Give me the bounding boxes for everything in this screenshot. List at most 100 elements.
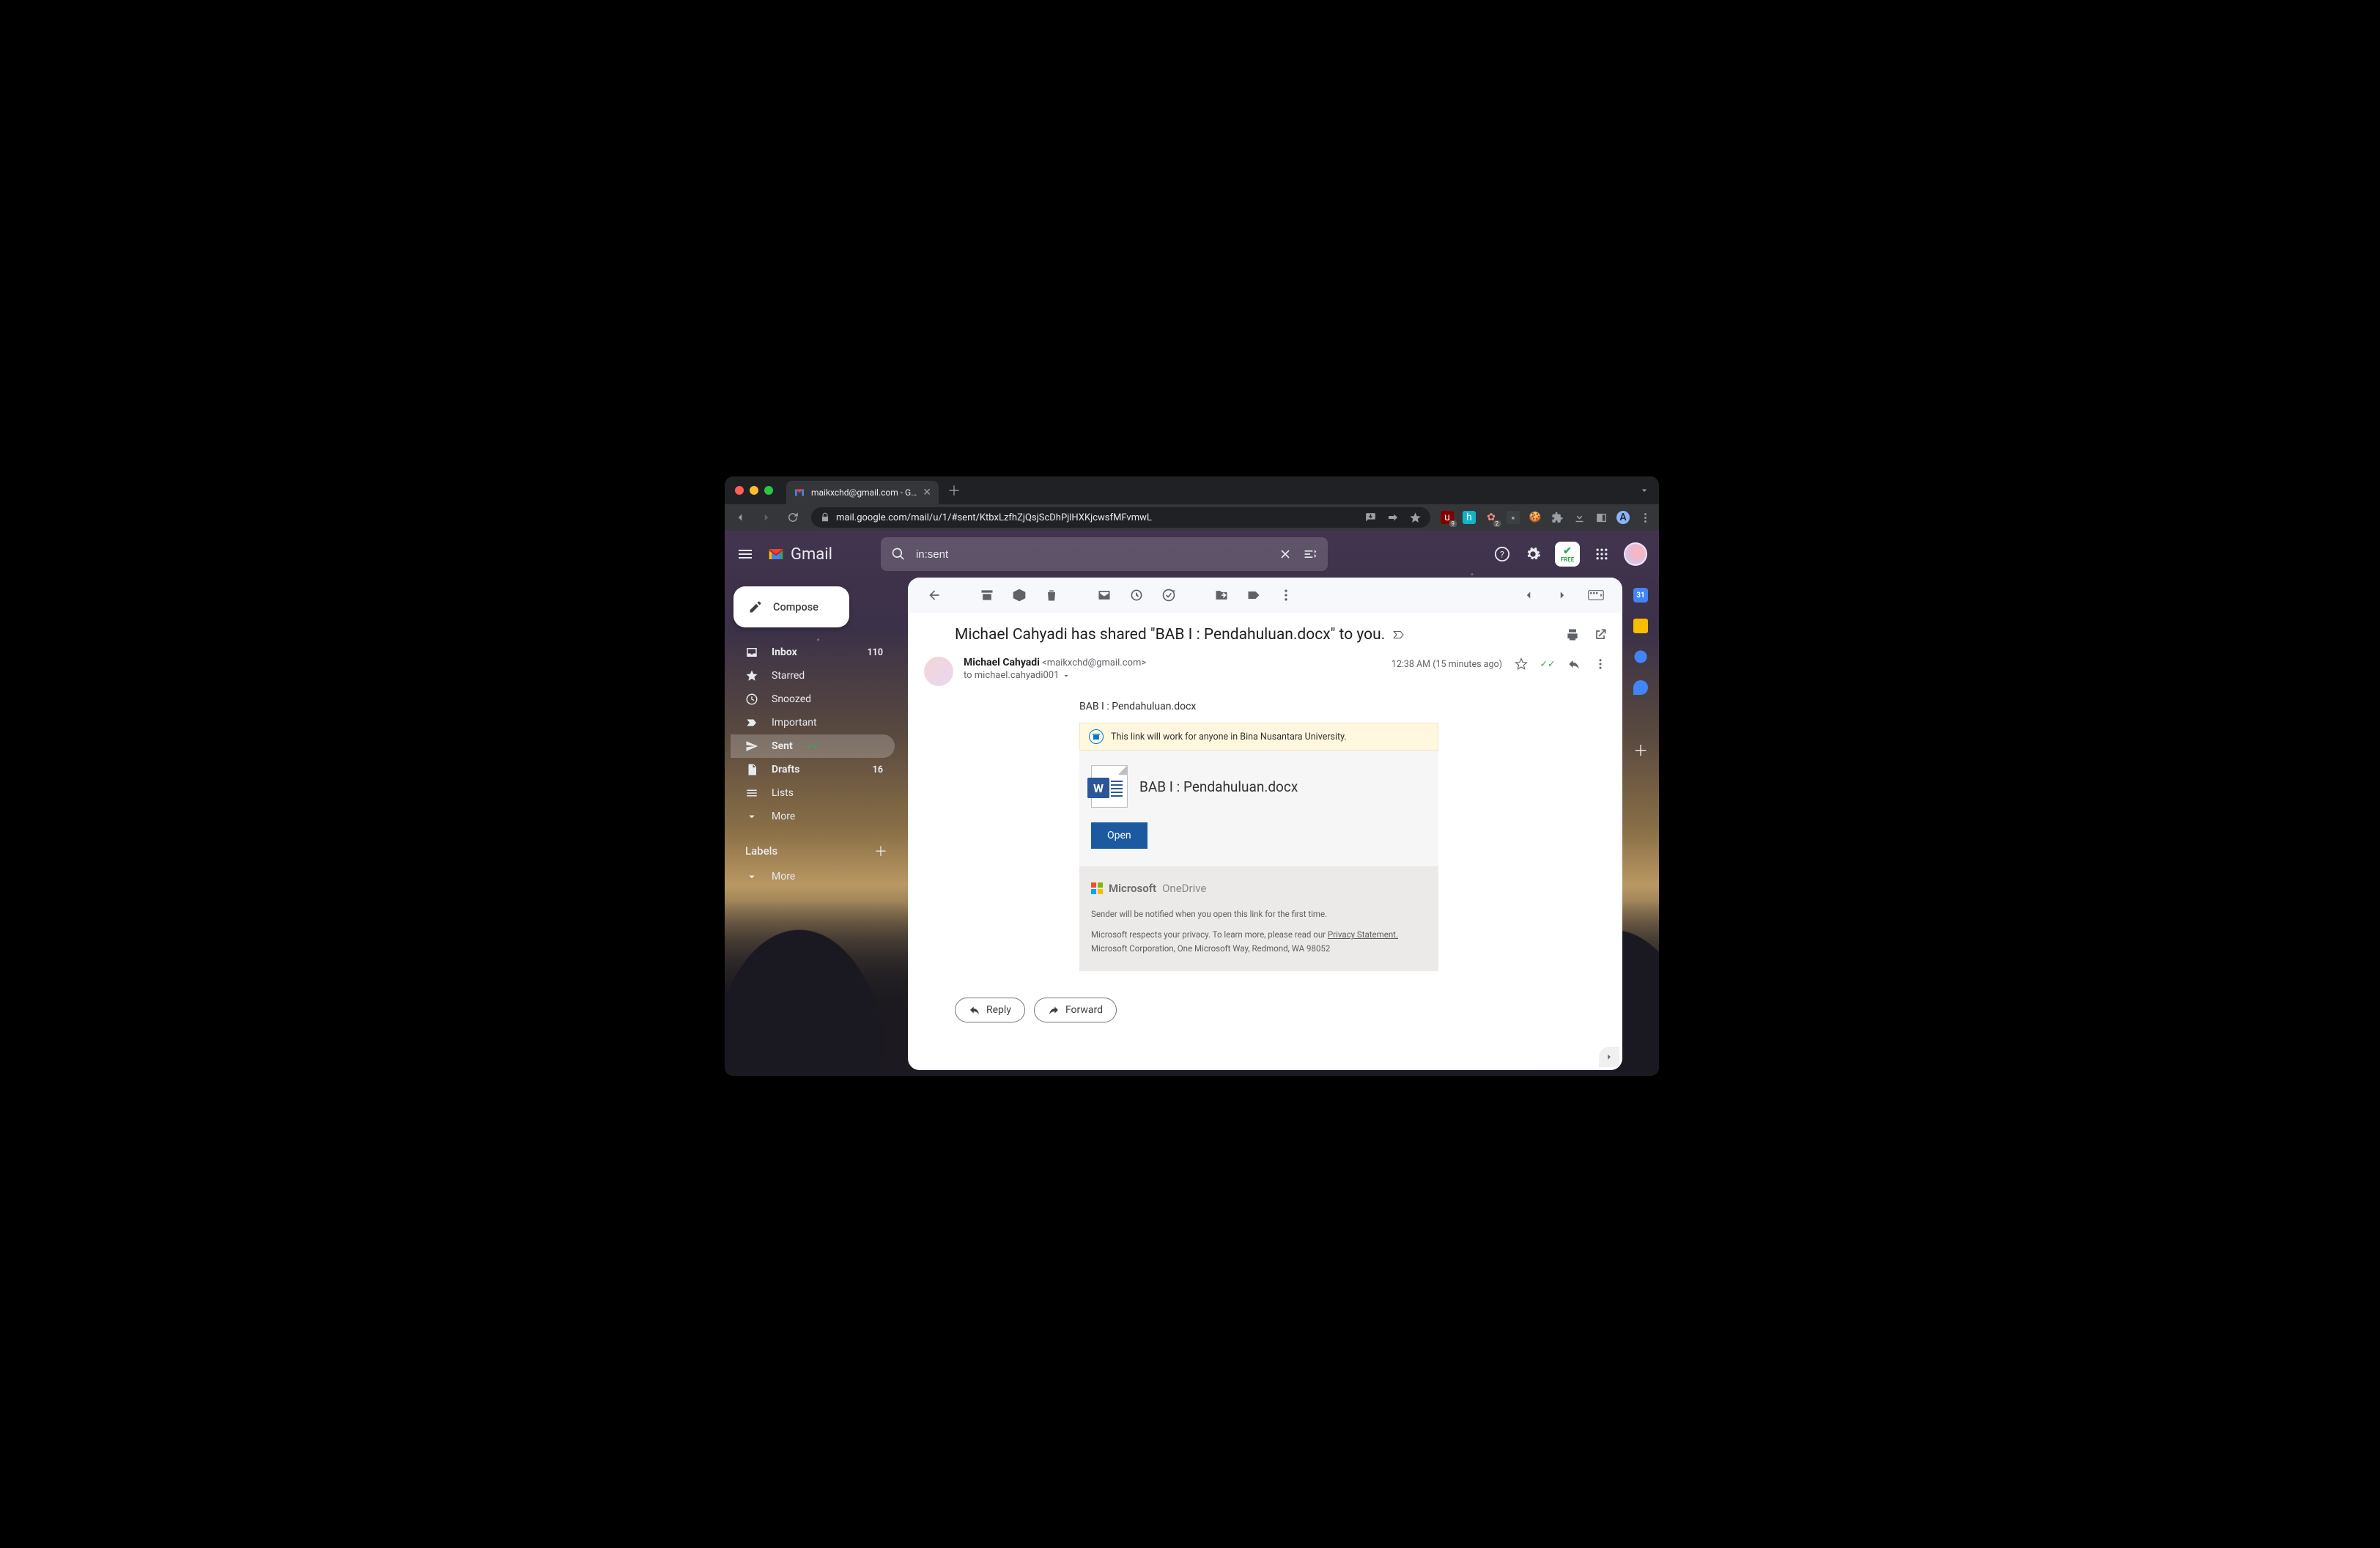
move-to-icon[interactable] xyxy=(1207,580,1236,610)
extensions-menu-icon[interactable] xyxy=(1551,511,1564,524)
tab-close-icon[interactable]: ✕ xyxy=(923,487,931,498)
pencil-icon xyxy=(748,600,763,614)
minimize-window-icon[interactable] xyxy=(750,486,758,495)
reply-quick-icon[interactable] xyxy=(1567,657,1581,671)
forward-button[interactable]: Forward xyxy=(1034,998,1117,1022)
sidebar-item-important[interactable]: Important xyxy=(731,711,895,734)
delete-icon[interactable] xyxy=(1037,580,1066,610)
nav-back-icon[interactable] xyxy=(732,511,748,524)
sidebar-item-label: Snoozed xyxy=(772,693,811,705)
search-input[interactable] xyxy=(916,548,1268,561)
browser-tab[interactable]: maikxchd@gmail.com - G… ✕ xyxy=(786,481,939,504)
calendar-addon-icon[interactable]: 31 xyxy=(1633,588,1648,602)
chrome-menu-icon[interactable] xyxy=(1638,511,1652,524)
settings-gear-icon[interactable] xyxy=(1524,545,1542,563)
sidebar-item-drafts[interactable]: Drafts 16 xyxy=(731,758,895,781)
sidebar-labels-more[interactable]: More xyxy=(731,865,895,888)
important-icon xyxy=(745,716,758,729)
important-marker-icon[interactable] xyxy=(1392,628,1405,641)
sidebar-item-starred[interactable]: Starred xyxy=(731,664,895,688)
clock-icon xyxy=(745,693,758,706)
add-label-icon[interactable]: ＋ xyxy=(874,841,887,860)
keep-addon-icon[interactable] xyxy=(1633,619,1648,633)
compose-button[interactable]: Compose xyxy=(733,586,849,627)
install-app-icon[interactable] xyxy=(1364,512,1377,524)
ext-hypothesis-icon[interactable]: h xyxy=(1463,511,1476,524)
mark-unread-icon[interactable] xyxy=(1090,580,1119,610)
reply-button[interactable]: Reply xyxy=(955,998,1025,1022)
sidebar-item-label: More xyxy=(772,871,795,882)
show-details-icon[interactable] xyxy=(1062,671,1071,680)
file-card: W BAB I : Pendahuluan.docx Open xyxy=(1079,751,1438,866)
ext-ublock-icon[interactable]: u xyxy=(1441,511,1454,524)
share-icon[interactable] xyxy=(1387,512,1399,523)
close-window-icon[interactable] xyxy=(735,486,744,495)
sender-avatar[interactable] xyxy=(924,657,953,686)
print-icon[interactable] xyxy=(1565,627,1580,642)
search-options-icon[interactable] xyxy=(1303,547,1318,561)
chevron-down-icon xyxy=(745,870,758,883)
tab-title: maikxchd@gmail.com - G… xyxy=(811,487,917,498)
sender-name: Michael Cahyadi xyxy=(964,657,1040,668)
free-badge[interactable]: ✔ FREE xyxy=(1555,542,1580,567)
sidebar-item-more[interactable]: More xyxy=(731,805,895,828)
side-panel-toggle-icon[interactable] xyxy=(1599,1047,1619,1067)
tabs-overflow-icon[interactable] xyxy=(1638,484,1650,496)
reload-icon[interactable] xyxy=(785,511,801,524)
ext-square-icon[interactable]: ▪ xyxy=(1507,511,1520,524)
add-to-tasks-icon[interactable] xyxy=(1154,580,1183,610)
meta-star-icon[interactable] xyxy=(1514,657,1529,671)
contacts-addon-icon[interactable] xyxy=(1633,680,1648,695)
onedrive-footer: Microsoft OneDrive Sender will be notifi… xyxy=(1079,866,1438,971)
bookmark-star-icon[interactable] xyxy=(1409,512,1422,524)
search-bar[interactable] xyxy=(881,537,1328,571)
ext-generic-icon[interactable]: ✿ xyxy=(1485,511,1498,524)
search-clear-icon[interactable] xyxy=(1278,547,1293,561)
open-new-window-icon[interactable] xyxy=(1593,627,1608,642)
new-tab-button[interactable]: ＋ xyxy=(947,481,961,500)
ext-cookie-icon[interactable]: 🍪 xyxy=(1529,511,1542,524)
file-name: BAB I : Pendahuluan.docx xyxy=(1139,778,1298,795)
archive-icon[interactable] xyxy=(972,580,1002,610)
downloads-icon[interactable] xyxy=(1572,511,1586,524)
svg-text:?: ? xyxy=(1500,550,1504,560)
tab-strip: maikxchd@gmail.com - G… ✕ ＋ xyxy=(725,476,1659,504)
account-avatar[interactable] xyxy=(1624,542,1647,566)
extension-icons: u h ✿ ▪ 🍪 A xyxy=(1441,511,1652,524)
privacy-link[interactable]: Privacy Statement. xyxy=(1328,929,1398,940)
lock-icon xyxy=(820,512,830,523)
report-spam-icon[interactable] xyxy=(1005,580,1034,610)
checkmark-icon: ✔ xyxy=(1563,546,1572,556)
tasks-addon-icon[interactable] xyxy=(1633,649,1648,664)
sidebar-item-label: Drafts xyxy=(772,764,799,775)
microsoft-logo-icon xyxy=(1091,882,1103,894)
more-actions-icon[interactable] xyxy=(1271,580,1301,610)
google-apps-icon[interactable] xyxy=(1593,545,1611,563)
snooze-icon[interactable] xyxy=(1122,580,1151,610)
address-bar: mail.google.com/mail/u/1/#sent/KtbxLzfhZ… xyxy=(725,504,1659,531)
omnibox[interactable]: mail.google.com/mail/u/1/#sent/KtbxLzfhZ… xyxy=(811,507,1430,528)
older-newer-next-icon[interactable] xyxy=(1548,580,1577,610)
message-body: BAB I : Pendahuluan.docx This link will … xyxy=(908,686,1622,986)
main-menu-icon[interactable] xyxy=(736,545,754,563)
open-button[interactable]: Open xyxy=(1091,822,1148,849)
url-text: mail.google.com/mail/u/1/#sent/KtbxLzfhZ… xyxy=(836,512,1152,523)
support-icon[interactable]: ? xyxy=(1493,545,1511,563)
get-addons-icon[interactable]: ＋ xyxy=(1633,742,1648,756)
message-more-icon[interactable] xyxy=(1593,657,1608,671)
sidebar-item-inbox[interactable]: Inbox 110 xyxy=(731,641,895,664)
input-tools-icon[interactable] xyxy=(1581,580,1611,610)
side-panel-icon[interactable] xyxy=(1594,511,1608,524)
back-to-list-icon[interactable] xyxy=(920,580,949,610)
gmail-logo[interactable]: Gmail xyxy=(766,544,832,564)
sidebar-item-lists[interactable]: Lists xyxy=(731,781,895,805)
older-newer-prev-icon[interactable] xyxy=(1514,580,1543,610)
sidebar-item-sent[interactable]: Sent ✓✓ xyxy=(731,734,895,758)
lists-icon xyxy=(745,786,758,800)
browser-profile-avatar[interactable]: A xyxy=(1616,511,1630,524)
sidebar-item-snoozed[interactable]: Snoozed xyxy=(731,688,895,711)
recipient-line: to michael.cahyadi001 xyxy=(964,670,1059,681)
maximize-window-icon[interactable] xyxy=(764,486,773,495)
labels-icon[interactable] xyxy=(1239,580,1268,610)
sidebar-item-label: More xyxy=(772,811,795,822)
